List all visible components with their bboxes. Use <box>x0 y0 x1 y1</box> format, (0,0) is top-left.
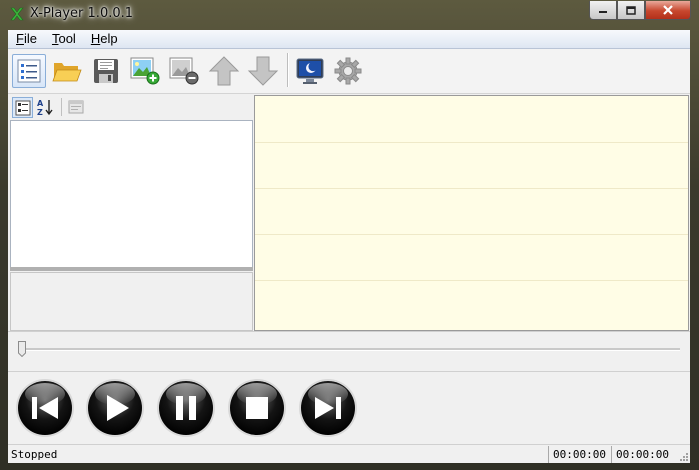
categorized-button[interactable] <box>12 97 33 118</box>
next-button[interactable] <box>298 378 358 438</box>
open-button[interactable] <box>50 54 84 88</box>
close-icon <box>663 5 673 15</box>
move-down-button[interactable] <box>246 54 280 88</box>
display-icon <box>296 58 324 84</box>
elapsed-time: 00:00:00 <box>548 446 609 463</box>
window-title: X-Player 1.0.0.1 <box>30 6 134 21</box>
property-panel: A Z <box>10 95 253 331</box>
main-toolbar <box>8 49 690 94</box>
property-pages-icon <box>68 100 84 114</box>
menu-help[interactable]: Help <box>83 30 125 48</box>
settings-icon <box>334 57 362 85</box>
total-time: 00:00:00 <box>611 446 672 463</box>
sort-alpha-button[interactable]: A Z <box>35 97 55 117</box>
playlist-button[interactable] <box>12 54 46 88</box>
sort-alpha-icon: A Z <box>37 99 53 116</box>
property-description <box>10 272 253 331</box>
pause-button[interactable] <box>156 378 216 438</box>
playlist-row-divider <box>255 188 688 189</box>
status-text: Stopped <box>11 448 58 461</box>
playlist-row-divider <box>255 280 688 281</box>
stop-button[interactable] <box>227 378 287 438</box>
categorized-icon <box>15 100 30 115</box>
move-up-icon <box>208 56 240 86</box>
title-bar[interactable]: X-Player 1.0.0.1 <box>0 0 699 29</box>
app-icon <box>10 7 24 21</box>
app-window: X-Player 1.0.0.1 File Tool Help A Z Stop… <box>0 0 699 470</box>
menu-bar: File Tool Help <box>8 30 690 49</box>
playlist-view[interactable] <box>254 95 689 331</box>
menu-file[interactable]: File <box>8 30 44 48</box>
resize-grip-icon[interactable] <box>679 452 689 462</box>
property-splitter[interactable] <box>10 267 253 271</box>
property-toolbar: A Z <box>10 95 253 119</box>
property-grid[interactable] <box>10 120 253 268</box>
open-folder-icon <box>52 63 82 82</box>
add-image-icon <box>130 57 160 85</box>
save-button[interactable] <box>89 54 123 88</box>
client-area: File Tool Help A Z Stopped 00:00:00 00:0… <box>8 30 690 463</box>
display-button[interactable] <box>293 54 327 88</box>
seek-area <box>8 331 690 372</box>
svg-text:Z: Z <box>37 108 43 116</box>
stop-icon <box>246 397 268 419</box>
seek-slider-thumb[interactable] <box>18 341 26 357</box>
playlist-row-divider <box>255 142 688 143</box>
move-down-icon <box>247 56 279 86</box>
playlist-row-divider <box>255 234 688 235</box>
minimize-icon <box>599 11 607 13</box>
close-button[interactable] <box>645 1 691 20</box>
previous-button[interactable] <box>15 378 75 438</box>
maximize-button[interactable] <box>617 1 645 20</box>
property-pages-button[interactable] <box>66 97 86 117</box>
remove-image-icon <box>169 57 199 85</box>
status-bar: Stopped 00:00:00 00:00:00 <box>8 444 690 463</box>
menu-tool[interactable]: Tool <box>44 30 83 48</box>
seek-slider[interactable] <box>20 348 680 351</box>
save-icon <box>94 59 118 83</box>
svg-text:A: A <box>37 99 44 108</box>
add-image-button[interactable] <box>128 54 162 88</box>
move-up-button[interactable] <box>207 54 241 88</box>
playback-controls <box>8 371 690 444</box>
minimize-button[interactable] <box>589 1 617 20</box>
playlist-icon <box>17 59 41 83</box>
remove-image-button[interactable] <box>167 54 201 88</box>
settings-button[interactable] <box>331 54 365 88</box>
play-button[interactable] <box>85 378 145 438</box>
maximize-icon <box>626 5 636 15</box>
property-toolbar-separator <box>61 98 62 116</box>
toolbar-separator <box>287 53 289 87</box>
